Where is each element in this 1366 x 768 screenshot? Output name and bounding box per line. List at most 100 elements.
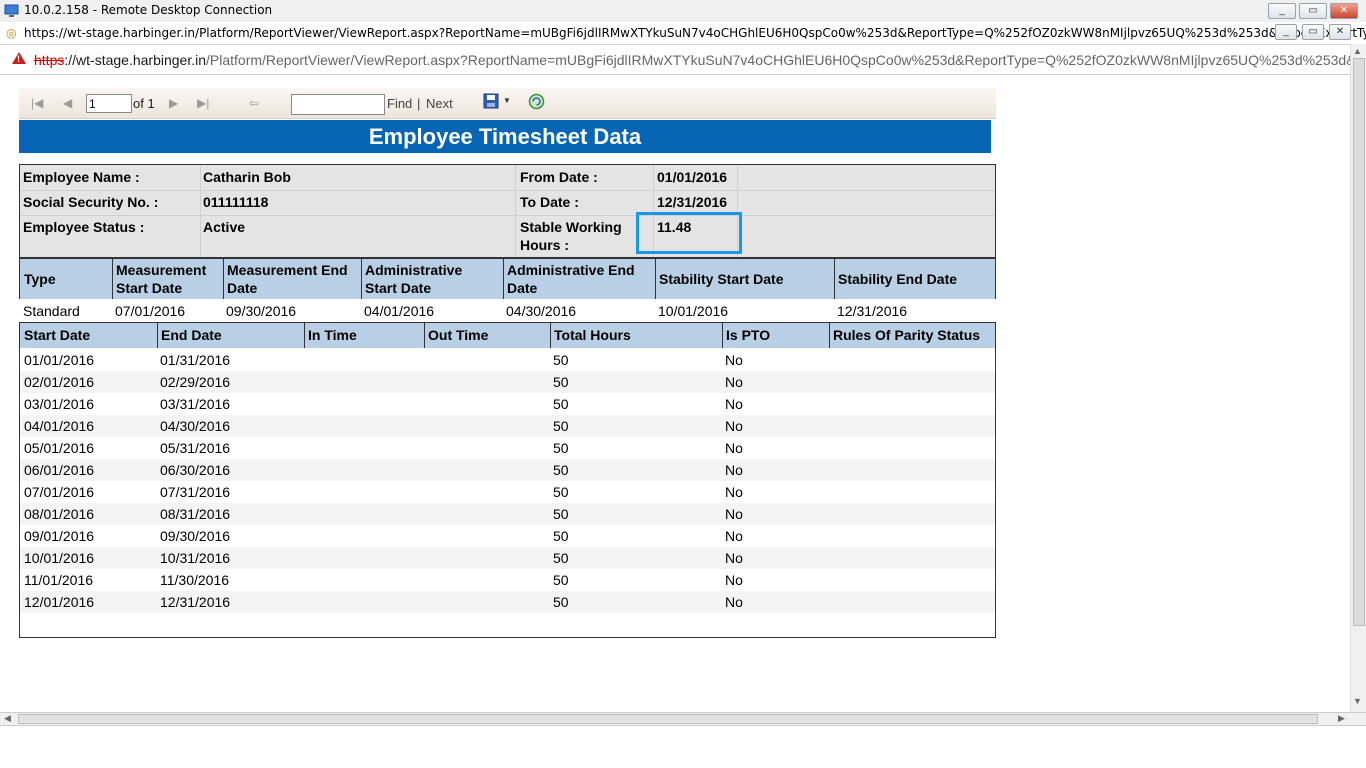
cell: 50	[553, 506, 569, 522]
cell: No	[725, 396, 743, 412]
inner-close-button[interactable]: ✕	[1329, 24, 1351, 40]
cell: 06/01/2016	[24, 462, 95, 478]
header-measurement-start-l1: Measurement	[116, 262, 207, 278]
minimize-button[interactable]: _	[1268, 3, 1296, 19]
table-row: 02/01/2016 02/29/2016 50 No	[20, 371, 995, 393]
table-row: 11/01/2016 11/30/2016 50 No	[20, 569, 995, 591]
export-dropdown-icon[interactable]: ▼	[503, 96, 511, 105]
report-title: Employee Timesheet Data	[19, 120, 991, 153]
col-divider	[223, 259, 224, 299]
table-row: 08/01/2016 08/31/2016 50 No	[20, 503, 995, 525]
cell: 01/31/2016	[160, 352, 231, 368]
inner-window-title: ◎ https://wt-stage.harbinger.in/Platform…	[0, 22, 1366, 45]
header-parity-status: Rules Of Parity Status	[833, 327, 981, 343]
to-date-value: 12/31/2016	[657, 194, 728, 210]
cell: No	[725, 506, 743, 522]
find-link[interactable]: Find	[387, 96, 412, 111]
cell: 05/01/2016	[24, 440, 95, 456]
header-admin-end-l2: Date	[507, 280, 538, 296]
cell: 07/01/2016	[115, 303, 186, 319]
col-divider	[112, 259, 113, 299]
cell: No	[725, 374, 743, 390]
cell: 03/01/2016	[24, 396, 95, 412]
employee-name-value: Catharin Bob	[203, 169, 291, 185]
cell: 50	[553, 528, 569, 544]
cell: No	[725, 594, 743, 610]
header-type: Type	[24, 271, 56, 287]
measurement-row: Standard 07/01/2016 09/30/2016 04/01/201…	[19, 299, 996, 321]
cell: No	[725, 462, 743, 478]
last-page-icon[interactable]: ▶|	[197, 96, 209, 110]
cell: 04/30/2016	[506, 303, 577, 319]
header-end-date: End Date	[161, 327, 222, 343]
header-measurement-start-l2: Start Date	[116, 280, 183, 296]
cell: 04/01/2016	[24, 418, 95, 434]
export-icon[interactable]	[483, 93, 499, 109]
refresh-icon[interactable]	[528, 93, 545, 110]
ssn-label: Social Security No. :	[23, 194, 159, 210]
inner-url-text: https://wt-stage.harbinger.in/Platform/R…	[24, 26, 1366, 40]
employee-name-label: Employee Name :	[23, 169, 140, 185]
next-page-icon[interactable]: ▶	[169, 96, 178, 110]
cell: 11/01/2016	[24, 572, 94, 588]
cell: 08/31/2016	[160, 506, 231, 522]
col-divider	[200, 165, 201, 257]
header-total-hours: Total Hours	[554, 327, 631, 343]
previous-page-icon[interactable]: ◀	[63, 96, 72, 110]
col-divider	[550, 323, 551, 348]
table-row: 04/01/2016 04/30/2016 50 No	[20, 415, 995, 437]
maximize-button[interactable]: ▭	[1299, 3, 1327, 19]
col-divider	[722, 323, 723, 348]
col-divider	[655, 259, 656, 299]
horizontal-scrollbar[interactable]: ◀ ▶	[0, 712, 1366, 726]
cell: 07/01/2016	[24, 484, 95, 500]
cell: 10/31/2016	[160, 550, 231, 566]
cell: 50	[553, 594, 569, 610]
cell: 06/30/2016	[160, 462, 231, 478]
cell: 03/31/2016	[160, 396, 231, 412]
ie-icon: ◎	[6, 26, 17, 40]
scroll-thumb[interactable]	[1353, 58, 1365, 626]
row-divider	[20, 215, 995, 216]
scroll-left-icon[interactable]: ◀	[4, 713, 11, 724]
table-row: 05/01/2016 05/31/2016 50 No	[20, 437, 995, 459]
cell: No	[725, 418, 743, 434]
header-stability-start: Stability Start Date	[659, 271, 784, 287]
h-scroll-thumb[interactable]	[18, 714, 1318, 724]
next-link[interactable]: Next	[426, 96, 453, 111]
cell: 02/01/2016	[24, 374, 95, 390]
page-number-input[interactable]	[86, 94, 132, 113]
find-input[interactable]	[291, 94, 385, 115]
ssn-value: 011111118	[203, 194, 269, 210]
first-page-icon[interactable]: |◀	[31, 96, 43, 110]
scroll-down-icon[interactable]: ▼	[1353, 696, 1362, 706]
header-is-pto: Is PTO	[726, 327, 771, 343]
close-button[interactable]: ✕	[1330, 3, 1358, 19]
cell: 50	[553, 462, 569, 478]
inner-restore-button[interactable]: ▭	[1302, 24, 1324, 40]
inner-minimize-button[interactable]: _	[1275, 24, 1297, 40]
cell: 10/01/2016	[24, 550, 95, 566]
table-row: 03/01/2016 03/31/2016 50 No	[20, 393, 995, 415]
status-value: Active	[203, 219, 246, 235]
cell: No	[725, 528, 743, 544]
timesheet-header: Start Date End Date In Time Out Time Tot…	[19, 322, 996, 349]
header-admin-start-l2: Start Date	[365, 280, 432, 296]
row-divider	[20, 190, 995, 191]
address-host: ://wt-stage.harbinger.in	[64, 52, 206, 68]
back-icon[interactable]: ⇦	[249, 96, 259, 110]
employee-info-panel: Employee Name : Catharin Bob From Date :…	[19, 164, 996, 258]
address-text[interactable]: https://wt-stage.harbinger.in/Platform/R…	[34, 52, 1366, 68]
address-scheme: https	[34, 52, 65, 68]
col-divider	[834, 259, 835, 299]
scroll-up-icon[interactable]: ▲	[1353, 46, 1362, 56]
table-row: 12/01/2016 12/31/2016 50 No	[20, 591, 995, 613]
cell: 04/30/2016	[160, 418, 231, 434]
cell: 04/01/2016	[364, 303, 435, 319]
scroll-right-icon[interactable]: ▶	[1338, 713, 1345, 724]
address-bar[interactable]: https://wt-stage.harbinger.in/Platform/R…	[0, 46, 1366, 75]
cell: No	[725, 484, 743, 500]
vertical-scrollbar[interactable]: ▲ ▼	[1350, 44, 1366, 712]
cell: 08/01/2016	[24, 506, 95, 522]
col-divider	[361, 259, 362, 299]
